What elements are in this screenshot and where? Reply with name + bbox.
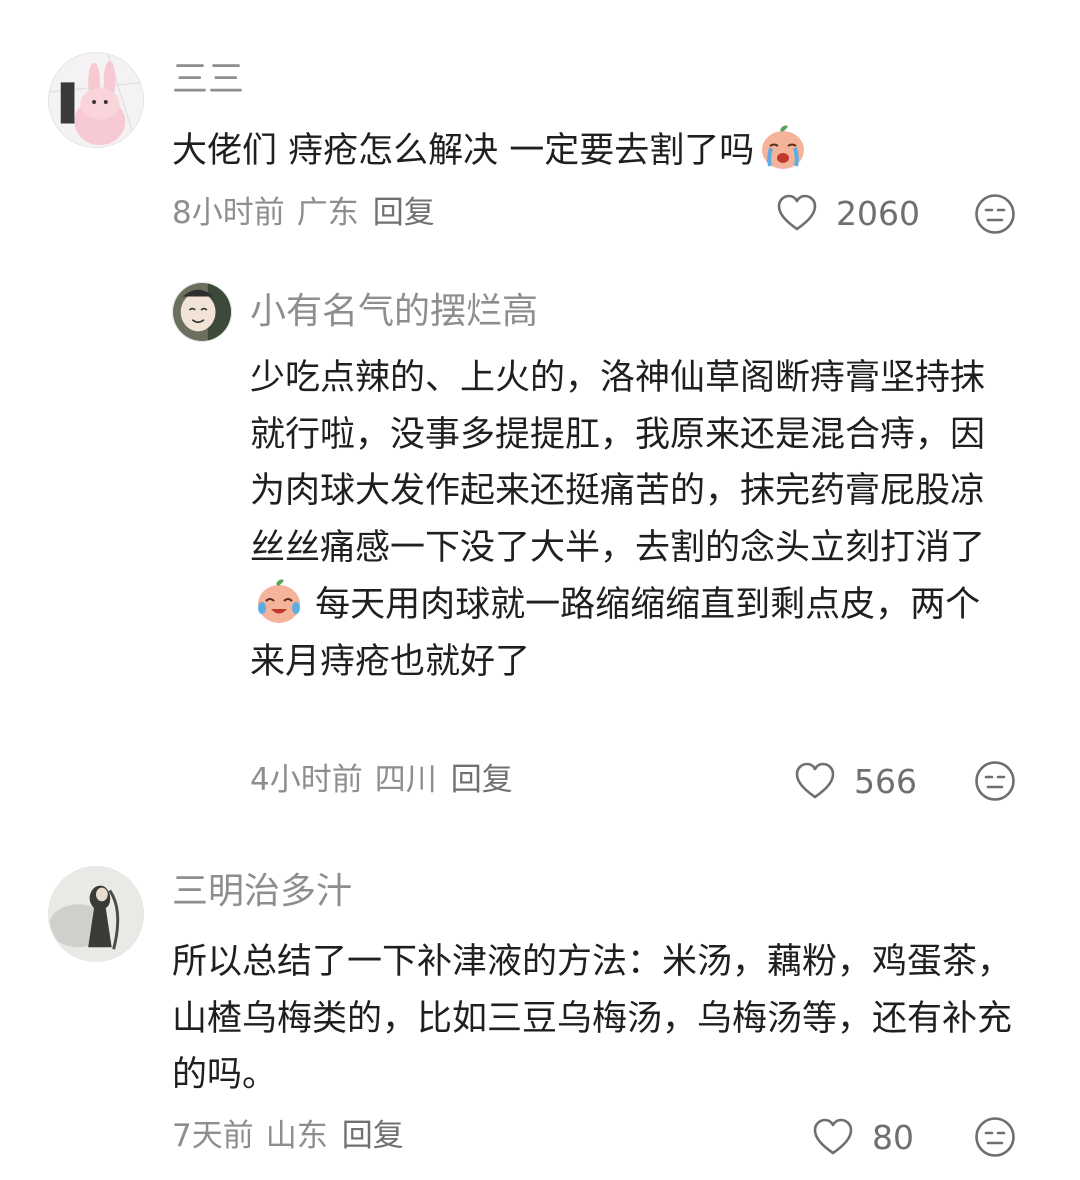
- reply-text-part1: 少吃点辣的、上火的，洛神仙草阁断痔膏坚持抹就行啦，没事多提提肛，我原来还是混合痔…: [250, 358, 986, 568]
- rabbit-avatar-icon: [49, 53, 143, 147]
- avatar-sansan[interactable]: [48, 52, 144, 148]
- like-button[interactable]: 2060: [776, 191, 920, 235]
- heart-outline-icon: [813, 1118, 853, 1155]
- comment-meta: 8小时前 广东 回复: [172, 193, 435, 233]
- comment-location: 山东: [265, 1118, 328, 1154]
- comment-time: 8小时前: [172, 195, 285, 231]
- comment-text-body: 大佬们 痔疮怎么解决 一定要去割了吗: [172, 131, 755, 171]
- reply-button[interactable]: 回复: [451, 762, 513, 798]
- crying-face-emoji: [758, 122, 808, 172]
- neutral-face-icon: [975, 194, 1015, 234]
- comment-location: 广东: [296, 195, 359, 231]
- heart-outline-icon: [795, 762, 835, 799]
- comment-meta: 7天前 山东 回复: [172, 1116, 404, 1156]
- cartoon-avatar-icon: [173, 283, 231, 341]
- dislike-button[interactable]: [974, 193, 1016, 235]
- avatar-xiaoyoumingqi[interactable]: [172, 282, 232, 342]
- avatar-sanmingzhi[interactable]: [48, 866, 144, 962]
- reply-time: 4小时前: [250, 762, 363, 798]
- reply-button[interactable]: 回复: [342, 1118, 404, 1154]
- username[interactable]: 小有名气的摆烂高: [250, 290, 538, 334]
- crying-laughing-face-emoji: [254, 576, 304, 626]
- dislike-button[interactable]: [974, 760, 1016, 802]
- username[interactable]: 三明治多汁: [172, 870, 352, 914]
- ink-painting-avatar-icon: [49, 867, 143, 961]
- reply-meta: 4小时前 四川 回复: [250, 760, 513, 800]
- reply-text: 少吃点辣的、上火的，洛神仙草阁断痔膏坚持抹就行啦，没事多提提肛，我原来还是混合痔…: [250, 350, 1010, 690]
- like-count: 80: [872, 1117, 914, 1157]
- like-button[interactable]: 566: [794, 759, 917, 803]
- username[interactable]: 三三: [172, 58, 244, 102]
- like-count: 566: [854, 761, 917, 801]
- neutral-face-icon: [975, 761, 1015, 801]
- reply-button[interactable]: 回复: [373, 195, 435, 231]
- comment-text-body: 所以总结了一下补津液的方法：米汤，藕粉，鸡蛋茶，山楂乌梅类的，比如三豆乌梅汤，乌…: [172, 942, 1013, 1095]
- comment-time: 7天前: [172, 1118, 254, 1154]
- reply-text-part2: 每天用肉球就一路缩缩缩直到剩点皮，两个来月痔疮也就好了: [250, 585, 981, 682]
- comment-text: 大佬们 痔疮怎么解决 一定要去割了吗: [172, 122, 1012, 180]
- like-button[interactable]: 80: [812, 1115, 914, 1159]
- reply-location: 四川: [374, 762, 437, 798]
- heart-outline-icon: [777, 194, 817, 231]
- like-count: 2060: [836, 193, 920, 233]
- neutral-face-icon: [975, 1117, 1015, 1157]
- dislike-button[interactable]: [974, 1116, 1016, 1158]
- comment-text: 所以总结了一下补津液的方法：米汤，藕粉，鸡蛋茶，山楂乌梅类的，比如三豆乌梅汤，乌…: [172, 934, 1022, 1104]
